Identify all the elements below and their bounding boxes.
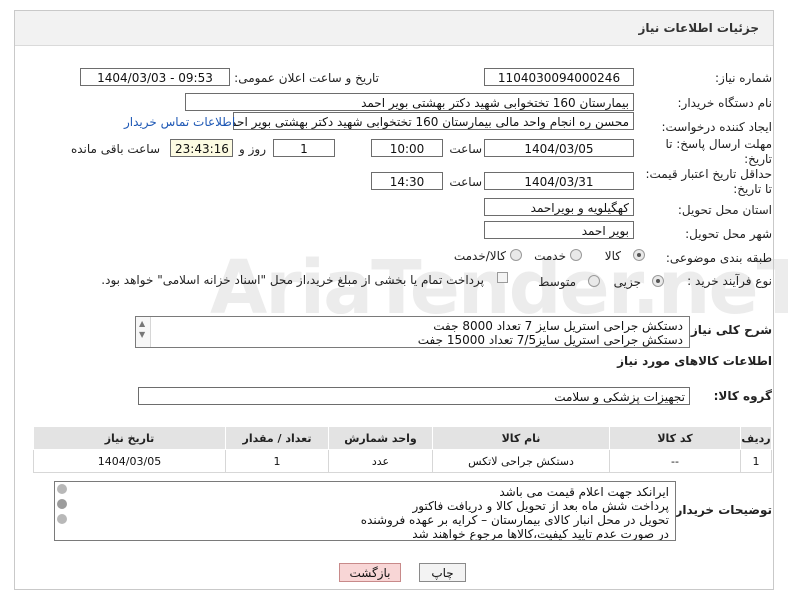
- payment-note: پرداخت تمام یا بخشی از مبلغ خرید،از محل …: [101, 273, 484, 287]
- col-unit: واحد شمارش: [328, 426, 433, 450]
- category-option-both: کالا/خدمت: [453, 249, 506, 263]
- announce-field[interactable]: 1404/03/03 - 09:53: [80, 68, 230, 86]
- scroll-down-icon[interactable]: [57, 514, 67, 524]
- buyer-note-line: تحویل در محل انبار کالای بیمارستان – کرا…: [360, 513, 669, 527]
- process-radio-medium[interactable]: [588, 275, 600, 287]
- process-option-medium: متوسط: [538, 275, 576, 289]
- buyer-note-line: ایرانکد جهت اعلام قیمت می باشد: [499, 485, 669, 499]
- remaining-label: ساعت باقی مانده: [70, 142, 160, 156]
- goods-table-header: ردیف کد کالا نام کالا واحد شمارش تعداد /…: [33, 426, 772, 450]
- category-radio-both[interactable]: [510, 249, 522, 261]
- description-textarea[interactable]: ▲ ▼ دستکش جراحی استریل سایز 7 تعداد 8000…: [135, 316, 690, 348]
- scroll-thumb-icon[interactable]: [57, 499, 67, 509]
- deadline-label: مهلت ارسال پاسخ: تا: [665, 137, 772, 151]
- category-label: طبقه بندی موضوعی:: [665, 251, 772, 265]
- back-button[interactable]: بازگشت: [339, 563, 401, 582]
- province-field[interactable]: کهگیلویه و بویراحمد: [484, 198, 634, 216]
- deadline-label-date: تاریخ:: [744, 152, 772, 166]
- col-name: نام کالا: [432, 426, 610, 450]
- buyer-org-label: نام دستگاه خریدار:: [677, 96, 773, 110]
- description-line: دستکش جراحی استریل سایز7/5 تعداد 15000 ج…: [417, 333, 683, 347]
- min-price-time-label: ساعت: [449, 175, 482, 189]
- goods-group-field[interactable]: تجهیزات پزشکی و سلامت: [138, 387, 690, 405]
- cell-name: دستکش جراحی لاتکس: [432, 449, 610, 473]
- goods-table: ردیف کد کالا نام کالا واحد شمارش تعداد /…: [33, 426, 772, 473]
- col-code: کد کالا: [609, 426, 741, 450]
- notes-scrollbar[interactable]: [55, 482, 71, 540]
- scroll-up-icon[interactable]: ▲: [139, 319, 145, 328]
- min-price-date-field[interactable]: 1404/03/31: [484, 172, 634, 190]
- days-label: روز و: [239, 142, 266, 156]
- description-label: شرح کلی نیاز:: [686, 323, 772, 337]
- scroll-up-icon[interactable]: [57, 484, 67, 494]
- process-radio-minor[interactable]: [652, 275, 664, 287]
- page-title: جزئیات اطلاعات نیاز: [638, 21, 759, 35]
- remaining-time-field[interactable]: 23:43:16: [170, 139, 233, 157]
- col-qty: تعداد / مقدار: [225, 426, 329, 450]
- col-row: ردیف: [740, 426, 772, 450]
- min-price-time-field[interactable]: 14:30: [371, 172, 443, 190]
- title-bar: جزئیات اطلاعات نیاز: [15, 11, 773, 46]
- buyer-note-line: در صورت عدم تایید کیفیت،کالاها مرجوع خوا…: [412, 527, 669, 541]
- goods-section-title: اطلاعات کالاهای مورد نیاز: [617, 354, 772, 368]
- category-radio-goods[interactable]: [633, 249, 645, 261]
- deadline-date-field[interactable]: 1404/03/05: [484, 139, 634, 157]
- cell-row: 1: [740, 449, 772, 473]
- contact-buyer-link[interactable]: اطلاعات تماس خریدار: [124, 115, 235, 129]
- min-price-label-date: تا تاریخ:: [733, 182, 772, 196]
- category-option-service: خدمت: [534, 249, 566, 263]
- category-option-goods: کالا: [604, 249, 621, 263]
- min-price-label: حداقل تاریخ اعتبار قیمت:: [645, 167, 772, 181]
- creator-label: ایجاد کننده درخواست:: [661, 120, 772, 134]
- cell-date: 1404/03/05: [33, 449, 226, 473]
- category-radio-service[interactable]: [570, 249, 582, 261]
- days-field[interactable]: 1: [273, 139, 335, 157]
- deadline-time-field[interactable]: 10:00: [371, 139, 443, 157]
- cell-code: --: [609, 449, 741, 473]
- city-label: شهر محل تحویل:: [685, 227, 772, 241]
- buyer-note-line: پرداخت شش ماه بعد از تحویل کالا و دریافت…: [412, 499, 669, 513]
- need-number-label: شماره نیاز:: [715, 71, 772, 85]
- city-field[interactable]: بویر احمد: [484, 221, 634, 239]
- table-row[interactable]: 1 -- دستکش جراحی لاتکس عدد 1 1404/03/05: [33, 449, 772, 473]
- print-button[interactable]: چاپ: [419, 563, 466, 582]
- buyer-notes-textarea[interactable]: ایرانکد جهت اعلام قیمت می باشد پرداخت شش…: [54, 481, 676, 541]
- cell-qty: 1: [225, 449, 329, 473]
- goods-group-label: گروه کالا:: [713, 389, 772, 403]
- process-option-minor: جزیی: [613, 275, 641, 289]
- buyer-org-field[interactable]: بیمارستان 160 تختخوابی شهید دکتر بهشتی ب…: [185, 93, 634, 111]
- deadline-time-label: ساعت: [449, 142, 482, 156]
- process-label: نوع فرآیند خرید :: [687, 274, 772, 288]
- description-line: دستکش جراحی استریل سایز 7 تعداد 8000 جفت: [433, 319, 683, 333]
- province-label: استان محل تحویل:: [677, 203, 772, 217]
- scroll-down-icon[interactable]: ▼: [139, 330, 145, 339]
- cell-unit: عدد: [328, 449, 433, 473]
- announce-label: تاریخ و ساعت اعلان عمومی:: [234, 71, 379, 85]
- description-scrollbar[interactable]: ▲ ▼: [136, 317, 151, 347]
- treasury-checkbox[interactable]: [497, 272, 508, 283]
- buyer-notes-label: توضیحات خریدار:: [670, 503, 772, 517]
- creator-field[interactable]: محسن ره انجام واحد مالی بیمارستان 160 تخ…: [233, 112, 634, 130]
- col-date: تاریخ نیاز: [33, 426, 226, 450]
- need-number-field[interactable]: 1104030094000246: [484, 68, 634, 86]
